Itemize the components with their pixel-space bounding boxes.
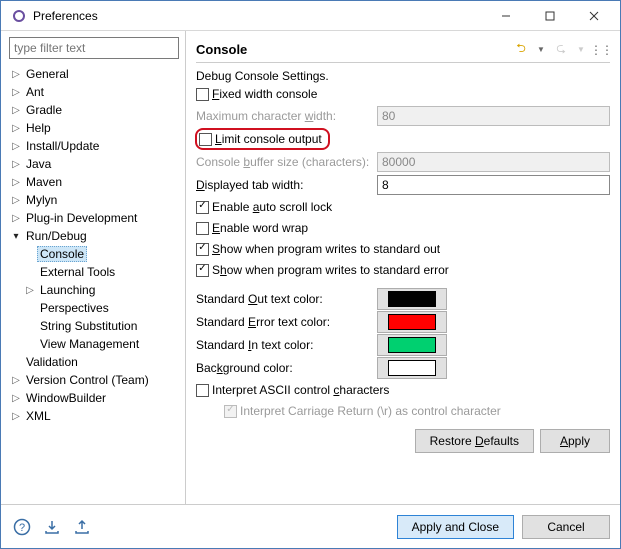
maximize-button[interactable] [528, 2, 572, 30]
bg-color-label: Background color: [196, 361, 371, 375]
preferences-window: Preferences ▷General ▷Ant ▷Gradle ▷Help … [0, 0, 621, 549]
expand-icon[interactable]: ▷ [9, 391, 23, 405]
max-width-input [377, 106, 610, 126]
expand-icon[interactable]: ▷ [9, 157, 23, 171]
expand-icon[interactable]: ▷ [9, 85, 23, 99]
tabwidth-label: Displayed tab width: [196, 178, 371, 192]
limit-output-highlight: Limit console output [195, 128, 330, 150]
bg-color-button[interactable] [377, 357, 447, 379]
tree-item-console[interactable]: Console [5, 245, 181, 263]
stderr-color-button[interactable] [377, 311, 447, 333]
tabwidth-input[interactable] [377, 175, 610, 195]
tree-item-install[interactable]: ▷Install/Update [5, 137, 181, 155]
expand-icon[interactable]: ▷ [9, 67, 23, 81]
tree-item-vcs[interactable]: ▷Version Control (Team) [5, 371, 181, 389]
right-panel: Console ⮌ ▼ ⮎ ▼ ⋮⋮ Debug Console Setting… [186, 31, 620, 504]
left-panel: ▷General ▷Ant ▷Gradle ▷Help ▷Install/Upd… [1, 31, 186, 504]
titlebar: Preferences [1, 1, 620, 31]
import-icon[interactable] [41, 516, 63, 538]
tree-item-perspectives[interactable]: Perspectives [5, 299, 181, 317]
cancel-button[interactable]: Cancel [522, 515, 610, 539]
interpret-ascii-checkbox[interactable]: Interpret ASCII control characters [196, 380, 610, 400]
expand-icon[interactable]: ▷ [9, 139, 23, 153]
expand-icon[interactable]: ▷ [9, 409, 23, 423]
view-menu-icon[interactable]: ⋮⋮ [592, 41, 610, 59]
stdin-color-button[interactable] [377, 334, 447, 356]
collapse-icon[interactable]: ▾ [9, 229, 23, 243]
tree-item-ant[interactable]: ▷Ant [5, 83, 181, 101]
footer: ? Apply and Close Cancel [1, 504, 620, 548]
help-icon[interactable]: ? [11, 516, 33, 538]
stdout-color-label: Standard Out text color: [196, 292, 371, 306]
minimize-button[interactable] [484, 2, 528, 30]
svg-text:?: ? [19, 522, 25, 534]
filter-input[interactable] [9, 37, 179, 59]
show-stdout-checkbox[interactable]: Show when program writes to standard out [196, 239, 610, 259]
tree-item-maven[interactable]: ▷Maven [5, 173, 181, 191]
wordwrap-checkbox[interactable]: Enable word wrap [196, 218, 610, 238]
limit-output-checkbox[interactable] [199, 133, 212, 146]
tree-item-general[interactable]: ▷General [5, 65, 181, 83]
tree-item-viewmgmt[interactable]: View Management [5, 335, 181, 353]
preference-tree[interactable]: ▷General ▷Ant ▷Gradle ▷Help ▷Install/Upd… [5, 65, 181, 498]
restore-defaults-button[interactable]: Restore Defaults [415, 429, 534, 453]
tree-item-help[interactable]: ▷Help [5, 119, 181, 137]
buffer-input [377, 152, 610, 172]
nav-back-menu-icon[interactable]: ▼ [532, 41, 550, 59]
expand-icon[interactable]: ▷ [9, 211, 23, 225]
tree-item-mylyn[interactable]: ▷Mylyn [5, 191, 181, 209]
interpret-cr-checkbox: Interpret Carriage Return (\r) as contro… [196, 401, 610, 421]
expand-icon[interactable]: ▷ [23, 283, 37, 297]
page-title: Console [196, 42, 512, 57]
fixed-width-checkbox[interactable]: FFixed width consoleixed width console [196, 84, 610, 104]
tree-item-gradle[interactable]: ▷Gradle [5, 101, 181, 119]
tree-item-validation[interactable]: Validation [5, 353, 181, 371]
expand-icon[interactable]: ▷ [9, 103, 23, 117]
window-title: Preferences [33, 9, 484, 23]
stdout-color-button[interactable] [377, 288, 447, 310]
tree-item-plugin[interactable]: ▷Plug-in Development [5, 209, 181, 227]
expand-icon[interactable]: ▷ [9, 175, 23, 189]
window-icon [11, 8, 27, 24]
expand-icon[interactable]: ▷ [9, 121, 23, 135]
nav-forward-menu-icon: ▼ [572, 41, 590, 59]
nav-back-icon[interactable]: ⮌ [512, 41, 530, 59]
tree-item-rundebug[interactable]: ▾Run/Debug [5, 227, 181, 245]
nav-forward-icon: ⮎ [552, 41, 570, 59]
tree-item-external[interactable]: External Tools [5, 263, 181, 281]
max-width-label: Maximum character width: [196, 109, 371, 123]
close-button[interactable] [572, 2, 616, 30]
apply-and-close-button[interactable]: Apply and Close [397, 515, 514, 539]
stdin-color-label: Standard In text color: [196, 338, 371, 352]
autoscroll-checkbox[interactable]: Enable auto scroll lock [196, 197, 610, 217]
settings-header: Debug Console Settings. [196, 69, 610, 83]
tree-item-stringsub[interactable]: String Substitution [5, 317, 181, 335]
tree-item-launching[interactable]: ▷Launching [5, 281, 181, 299]
tree-item-java[interactable]: ▷Java [5, 155, 181, 173]
expand-icon[interactable]: ▷ [9, 193, 23, 207]
tree-item-windowbuilder[interactable]: ▷WindowBuilder [5, 389, 181, 407]
tree-item-xml[interactable]: ▷XML [5, 407, 181, 425]
buffer-label: Console buffer size (characters): [196, 155, 371, 169]
expand-icon[interactable]: ▷ [9, 373, 23, 387]
apply-button[interactable]: Apply [540, 429, 610, 453]
limit-output-label: Limit console output [215, 132, 322, 146]
show-stderr-checkbox[interactable]: Show when program writes to standard err… [196, 260, 610, 280]
export-icon[interactable] [71, 516, 93, 538]
stderr-color-label: Standard Error text color: [196, 315, 371, 329]
